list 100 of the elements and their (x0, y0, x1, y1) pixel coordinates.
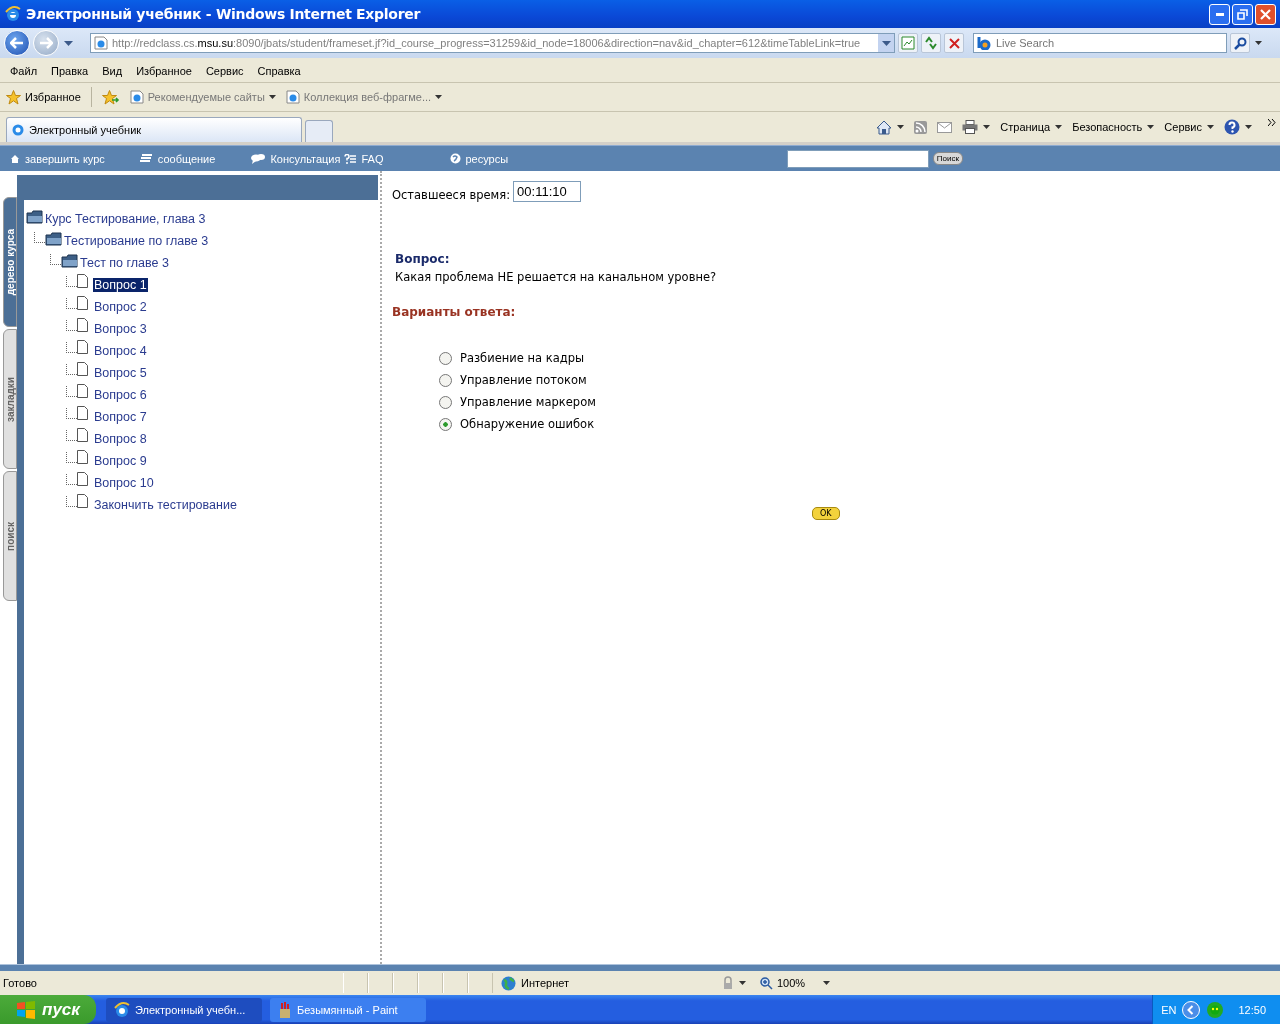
tree-item[interactable]: Вопрос 3 (93, 322, 148, 336)
minimize-icon (1215, 12, 1224, 16)
ok-button[interactable]: OK (812, 507, 840, 520)
status-bar-cell (343, 973, 368, 993)
menu-item[interactable]: Сервис (198, 65, 251, 77)
status-text: Готово (3, 977, 38, 989)
star-icon (6, 89, 21, 105)
history-dropdown[interactable] (62, 40, 75, 46)
search-options-button[interactable] (1253, 41, 1264, 45)
caret-icon (64, 40, 73, 46)
menu-item[interactable]: Файл (3, 65, 45, 77)
timer-label: Оставшееся время: (392, 188, 511, 202)
search-icon (1233, 36, 1247, 50)
radio-button[interactable] (439, 417, 452, 431)
forward-arrow-icon (39, 37, 53, 49)
protected-mode-button[interactable] (721, 976, 746, 990)
document-icon (77, 340, 88, 354)
menu-item[interactable]: Правка (44, 65, 96, 77)
command-menu-button[interactable]: Безопасность (1072, 121, 1155, 133)
refresh-button[interactable] (921, 33, 941, 53)
mail-button[interactable] (937, 121, 953, 133)
minimize-button[interactable] (1209, 3, 1230, 25)
tree-item[interactable]: Вопрос 6 (93, 388, 148, 402)
site-search-field[interactable] (786, 149, 929, 168)
lines-icon (138, 153, 153, 164)
menu-item[interactable]: Избранное (129, 65, 199, 77)
close-button[interactable] (1255, 3, 1276, 25)
side-tab[interactable]: поиск (3, 471, 17, 601)
nav-link[interactable]: ресурсы (449, 152, 509, 165)
side-tab[interactable]: закладки (3, 329, 17, 469)
tree-item[interactable]: Вопрос 9 (93, 454, 148, 468)
chevron-icon[interactable] (1268, 118, 1276, 126)
tree-item[interactable]: Курс Тестирование, глава 3 (44, 212, 207, 226)
lock-icon (721, 976, 735, 990)
favorites-button[interactable]: Избранное (6, 89, 81, 105)
nav-link[interactable]: Консультация (251, 152, 341, 165)
answer-option[interactable]: Обнаружение ошибок (439, 417, 595, 431)
nav-link[interactable]: FAQ (344, 152, 384, 165)
folder-icon (61, 254, 78, 268)
zoom-button[interactable]: 100% (760, 976, 831, 990)
new-tab-button[interactable] (305, 120, 333, 142)
answer-option[interactable]: Управление маркером (439, 395, 596, 409)
add-to-favorites-button[interactable] (101, 89, 120, 105)
caret-icon (1147, 125, 1155, 129)
folder-icon (26, 210, 43, 224)
caret-icon (435, 95, 443, 99)
tree-item[interactable]: Вопрос 1 (93, 278, 148, 292)
tree-item[interactable]: Тестирование по главе 3 (63, 234, 210, 248)
command-menu-button[interactable]: Страница (1000, 121, 1063, 133)
bug-icon[interactable] (1206, 1000, 1225, 1019)
back-button[interactable] (4, 30, 30, 56)
taskbar-button[interactable]: Электронный учебн... (106, 997, 262, 1022)
document-icon (77, 494, 88, 508)
star-with-arrow-icon (101, 89, 120, 105)
caret-icon (881, 40, 891, 46)
menu-item[interactable]: Справка (250, 65, 308, 77)
close-icon (1260, 8, 1271, 20)
search-field[interactable]: Live Search (973, 33, 1227, 53)
command-menu-button[interactable]: Сервис (1164, 121, 1214, 133)
tree-item[interactable]: Тест по главе 3 (79, 256, 170, 270)
radio-button[interactable] (439, 373, 452, 387)
search-engine-logo-icon (977, 37, 993, 50)
tree-item[interactable]: Вопрос 10 (93, 476, 155, 490)
answer-option[interactable]: Управление потоком (439, 373, 587, 387)
menu-item[interactable]: Вид (95, 65, 130, 77)
search-button[interactable] (1230, 33, 1250, 53)
radio-button[interactable] (439, 395, 452, 409)
address-field[interactable]: http://redclass.cs.msu.su:8090/jbats/student/frameset.jf?id_course_progress=31259&id_node=18006&direction=nav&id_chapter=612&timeTableLink=true (90, 33, 895, 53)
page-icon (285, 90, 300, 104)
feeds-button[interactable] (914, 120, 928, 134)
stop-button[interactable] (944, 33, 964, 53)
feed-icon (914, 120, 928, 134)
broken-page-icon (901, 36, 915, 50)
compatibility-button[interactable] (898, 33, 918, 53)
restore-button[interactable] (1232, 3, 1253, 25)
nav-link[interactable]: завершить курс (10, 152, 105, 165)
tree-item[interactable]: Вопрос 2 (93, 300, 148, 314)
globe-icon (501, 975, 516, 991)
status-bar-cell (418, 973, 443, 993)
favorites-link[interactable]: Коллекция веб-фрагме... (285, 90, 443, 104)
tree-item[interactable]: Вопрос 4 (93, 344, 148, 358)
home-button[interactable] (876, 119, 905, 135)
tree-item[interactable]: Вопрос 8 (93, 432, 148, 446)
chevron-left-icon[interactable] (1182, 1000, 1201, 1019)
tree-item[interactable]: Закончить тестирование (93, 498, 238, 512)
page-icon (11, 123, 25, 137)
nav-link[interactable]: сообщение (138, 152, 216, 165)
radio-button[interactable] (439, 351, 452, 365)
help-button[interactable] (1224, 119, 1252, 135)
security-zone: Интернет (493, 975, 711, 991)
tree-item[interactable]: Вопрос 5 (93, 366, 148, 380)
print-button[interactable] (962, 120, 991, 134)
tree-item[interactable]: Вопрос 7 (93, 410, 148, 424)
caret-icon (739, 981, 746, 985)
site-search-button[interactable]: Поиск (932, 152, 963, 165)
answer-option[interactable]: Разбиение на кадры (439, 351, 584, 365)
side-tab[interactable]: дерево курса (3, 197, 17, 327)
taskbar-button[interactable]: Безымянный - Paint (270, 997, 426, 1022)
favorites-link[interactable]: Рекомендуемые сайты (129, 90, 276, 104)
browser-tab[interactable]: Электронный учебник (6, 117, 302, 142)
